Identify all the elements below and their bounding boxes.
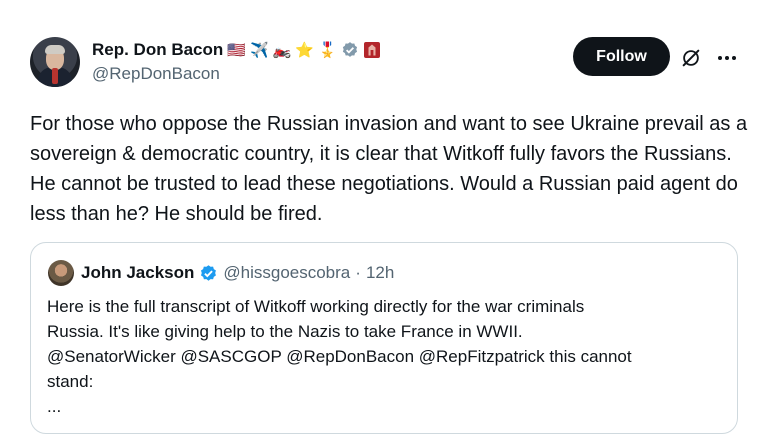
motorcycle-emoji: 🏍️: [272, 41, 292, 59]
star-emoji: ⭐: [295, 41, 315, 59]
blue-verified-badge-icon[interactable]: [199, 264, 218, 283]
quote-author-avatar[interactable]: [48, 260, 74, 286]
airplane-emoji: ✈️: [249, 41, 269, 59]
tweet-text: For those who oppose the Russian invasio…: [30, 113, 748, 225]
quote-separator: ·: [355, 263, 361, 282]
quote-header: John Jackson @hissgoescobra · 12h: [81, 262, 394, 284]
author-name-line: Rep. Don Bacon 🇺🇸 ✈️ 🏍️ ⭐ 🎖️: [92, 39, 381, 61]
author-handle[interactable]: @RepDonBacon: [92, 64, 220, 84]
gray-verified-badge-icon[interactable]: [341, 41, 359, 59]
quote-author-name[interactable]: John Jackson: [81, 263, 194, 283]
quote-author-handle[interactable]: @hissgoescobra: [223, 263, 350, 283]
follow-button[interactable]: Follow: [573, 37, 670, 76]
author-display-name[interactable]: Rep. Don Bacon: [92, 40, 223, 60]
author-avatar[interactable]: [30, 37, 80, 87]
quote-text: Here is the full transcript of Witkoff w…: [47, 297, 632, 416]
grok-icon[interactable]: [680, 47, 702, 69]
more-options-icon[interactable]: [715, 46, 739, 70]
us-flag-emoji: 🇺🇸: [227, 41, 246, 59]
medal-emoji: 🎖️: [318, 41, 337, 59]
red-affiliate-badge-icon[interactable]: [363, 41, 381, 59]
tweet-card: Rep. Don Bacon 🇺🇸 ✈️ 🏍️ ⭐ 🎖️ @RepDonBaco…: [0, 0, 778, 441]
quoted-tweet[interactable]: John Jackson @hissgoescobra · 12h Here i…: [30, 242, 738, 434]
quote-timestamp[interactable]: 12h: [366, 263, 394, 283]
